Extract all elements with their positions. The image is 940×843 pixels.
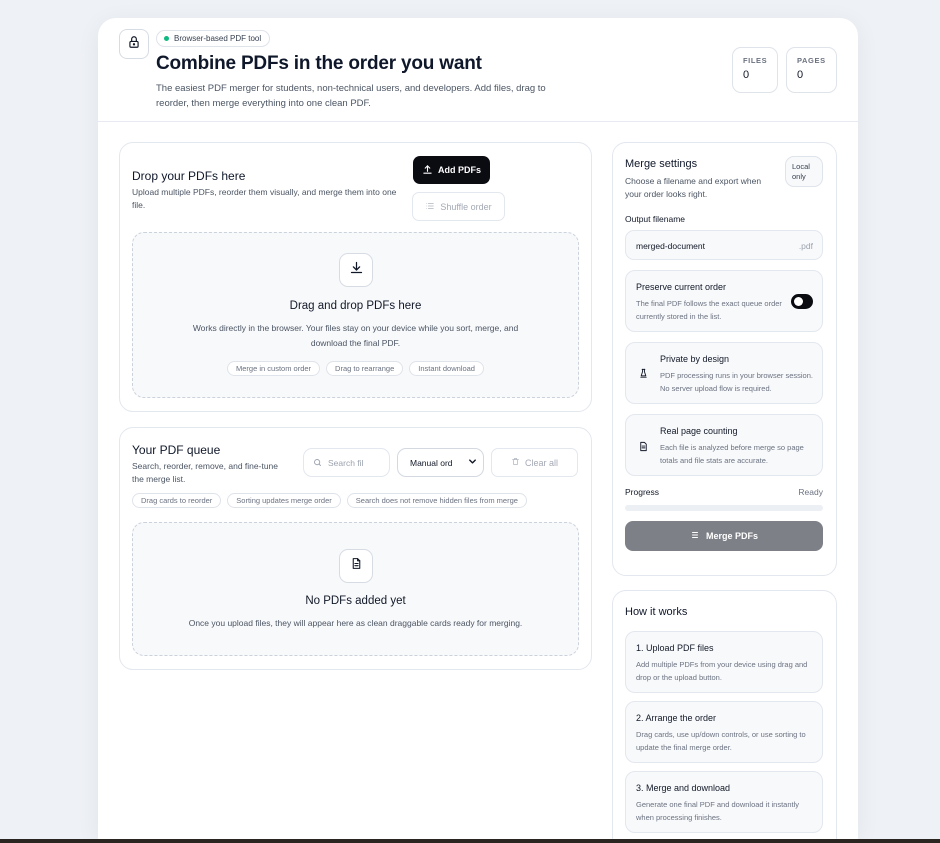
bell-icon [638, 366, 649, 384]
filename-label: Output filename [625, 214, 686, 224]
clear-all-button[interactable]: Clear all [491, 448, 578, 477]
step-title: 1. Upload PDF files [636, 643, 714, 653]
shuffle-order-button[interactable]: Shuffle order [412, 192, 505, 221]
badge-label: Browser-based PDF tool [174, 34, 262, 43]
step-card: 3. Merge and download Generate one final… [625, 771, 823, 833]
files-stat-value: 0 [743, 69, 750, 81]
chip-search-hidden: Search does not remove hidden files from… [346, 493, 527, 508]
shuffle-order-label: Shuffle order [440, 201, 492, 212]
page-subtitle: The easiest PDF merger for students, non… [156, 83, 546, 109]
step-card: 2. Arrange the order Drag cards, use up/… [625, 701, 823, 763]
step-title: 3. Merge and download [636, 783, 731, 793]
document-icon [638, 439, 649, 457]
queue-empty-state: No PDFs added yet Once you upload files,… [132, 522, 579, 656]
queue-title: Your PDF queue [132, 443, 221, 457]
progress-status: Ready [798, 487, 823, 497]
lock-icon [127, 35, 141, 54]
local-only-badge: Local only [785, 156, 823, 187]
page-title: Combine PDFs in the order you want [156, 53, 482, 74]
merge-settings-card: Merge settings Choose a filename and exp… [612, 142, 837, 576]
chip-merge-custom-order: Merge in custom order [227, 361, 321, 376]
file-icon [350, 557, 363, 575]
drop-zone-chips: Merge in custom order Drag to rearrange … [133, 361, 578, 376]
add-pdfs-button[interactable]: Add PDFs [413, 156, 490, 184]
queue-description: Search, reorder, remove, and fine-tune t… [132, 461, 278, 484]
file-icon-box [339, 549, 373, 583]
download-icon [349, 260, 364, 280]
private-desc: PDF processing runs in your browser sess… [660, 371, 813, 393]
private-title: Private by design [660, 354, 730, 364]
preserve-order-card: Preserve current order The final PDF fol… [625, 270, 823, 332]
empty-text: Once you upload files, they will appear … [188, 618, 523, 628]
drop-title: Drop your PDFs here [132, 169, 246, 183]
preserve-order-desc: The final PDF follows the exact queue or… [636, 299, 782, 321]
private-card: Private by design PDF processing runs in… [625, 342, 823, 404]
status-dot-icon [164, 36, 169, 41]
chevron-down-icon [467, 454, 478, 472]
add-pdfs-label: Add PDFs [437, 165, 481, 175]
chip-drag-cards: Drag cards to reorder [132, 493, 222, 508]
drop-zone-title: Drag and drop PDFs here [289, 300, 422, 312]
page-counting-card: Real page counting Each file is analyzed… [625, 414, 823, 476]
tool-badge: Browser-based PDF tool [156, 30, 271, 47]
files-stat: FILES 0 [732, 47, 778, 93]
how-title: How it works [625, 606, 688, 618]
preserve-order-title: Preserve current order [636, 282, 727, 292]
settings-description: Choose a filename and export when your o… [625, 176, 762, 199]
search-placeholder: Search fil [328, 457, 364, 468]
pages-stat-value: 0 [797, 69, 804, 81]
progress-bar [625, 505, 823, 511]
chip-sorting-updates: Sorting updates merge order [227, 493, 341, 508]
filename-input[interactable]: merged-document .pdf [625, 230, 823, 260]
queue-chips: Drag cards to reorder Sorting updates me… [132, 493, 527, 508]
toggle-knob [794, 297, 803, 306]
preserve-order-toggle[interactable] [791, 294, 813, 309]
drop-description: Upload multiple PDFs, reorder them visua… [132, 187, 397, 210]
page-counting-title: Real page counting [660, 426, 738, 436]
empty-title: No PDFs added yet [305, 595, 406, 607]
step-desc: Generate one final PDF and download it i… [636, 800, 800, 822]
clear-all-label: Clear all [524, 457, 558, 468]
drop-zone-text: Works directly in the browser. Your file… [192, 323, 519, 348]
merge-icon [690, 530, 700, 542]
search-icon [313, 454, 322, 472]
files-stat-label: FILES [743, 56, 768, 65]
drop-zone[interactable]: Drag and drop PDFs here Works directly i… [132, 232, 579, 398]
lock-button[interactable] [119, 29, 149, 59]
sort-select-value: Manual ord [410, 457, 453, 468]
settings-title: Merge settings [625, 158, 698, 170]
queue-card: Your PDF queue Search, reorder, remove, … [119, 427, 592, 670]
sort-select[interactable]: Manual ord [397, 448, 484, 477]
search-input[interactable]: Search fil [303, 448, 390, 477]
pages-stat-label: PAGES [797, 56, 826, 65]
merge-pdfs-button[interactable]: Merge PDFs [625, 521, 823, 551]
step-card: 1. Upload PDF files Add multiple PDFs fr… [625, 631, 823, 693]
app-window: Browser-based PDF tool Combine PDFs in t… [98, 18, 858, 839]
chip-instant-download: Instant download [409, 361, 484, 376]
bottom-strip [0, 839, 940, 843]
how-it-works-card: How it works 1. Upload PDF files Add mul… [612, 590, 837, 839]
pages-stat: PAGES 0 [786, 47, 837, 93]
page-counting-desc: Each file is analyzed before merge so pa… [660, 443, 804, 465]
upload-icon [422, 164, 433, 177]
step-desc: Add multiple PDFs from your device using… [636, 660, 808, 682]
page-header: Browser-based PDF tool Combine PDFs in t… [98, 18, 858, 122]
drop-card: Drop your PDFs here Upload multiple PDFs… [119, 142, 592, 412]
trash-icon [511, 457, 520, 468]
download-icon-box [339, 253, 373, 287]
progress-label: Progress [625, 487, 660, 497]
filename-value: merged-document [636, 241, 705, 251]
list-icon [425, 201, 435, 213]
merge-pdfs-label: Merge PDFs [705, 531, 758, 541]
filename-extension: .pdf [798, 241, 813, 251]
step-title: 2. Arrange the order [636, 713, 717, 723]
step-desc: Drag cards, use up/down controls, or use… [636, 730, 806, 752]
chip-drag-to-rearrange: Drag to rearrange [326, 361, 404, 376]
